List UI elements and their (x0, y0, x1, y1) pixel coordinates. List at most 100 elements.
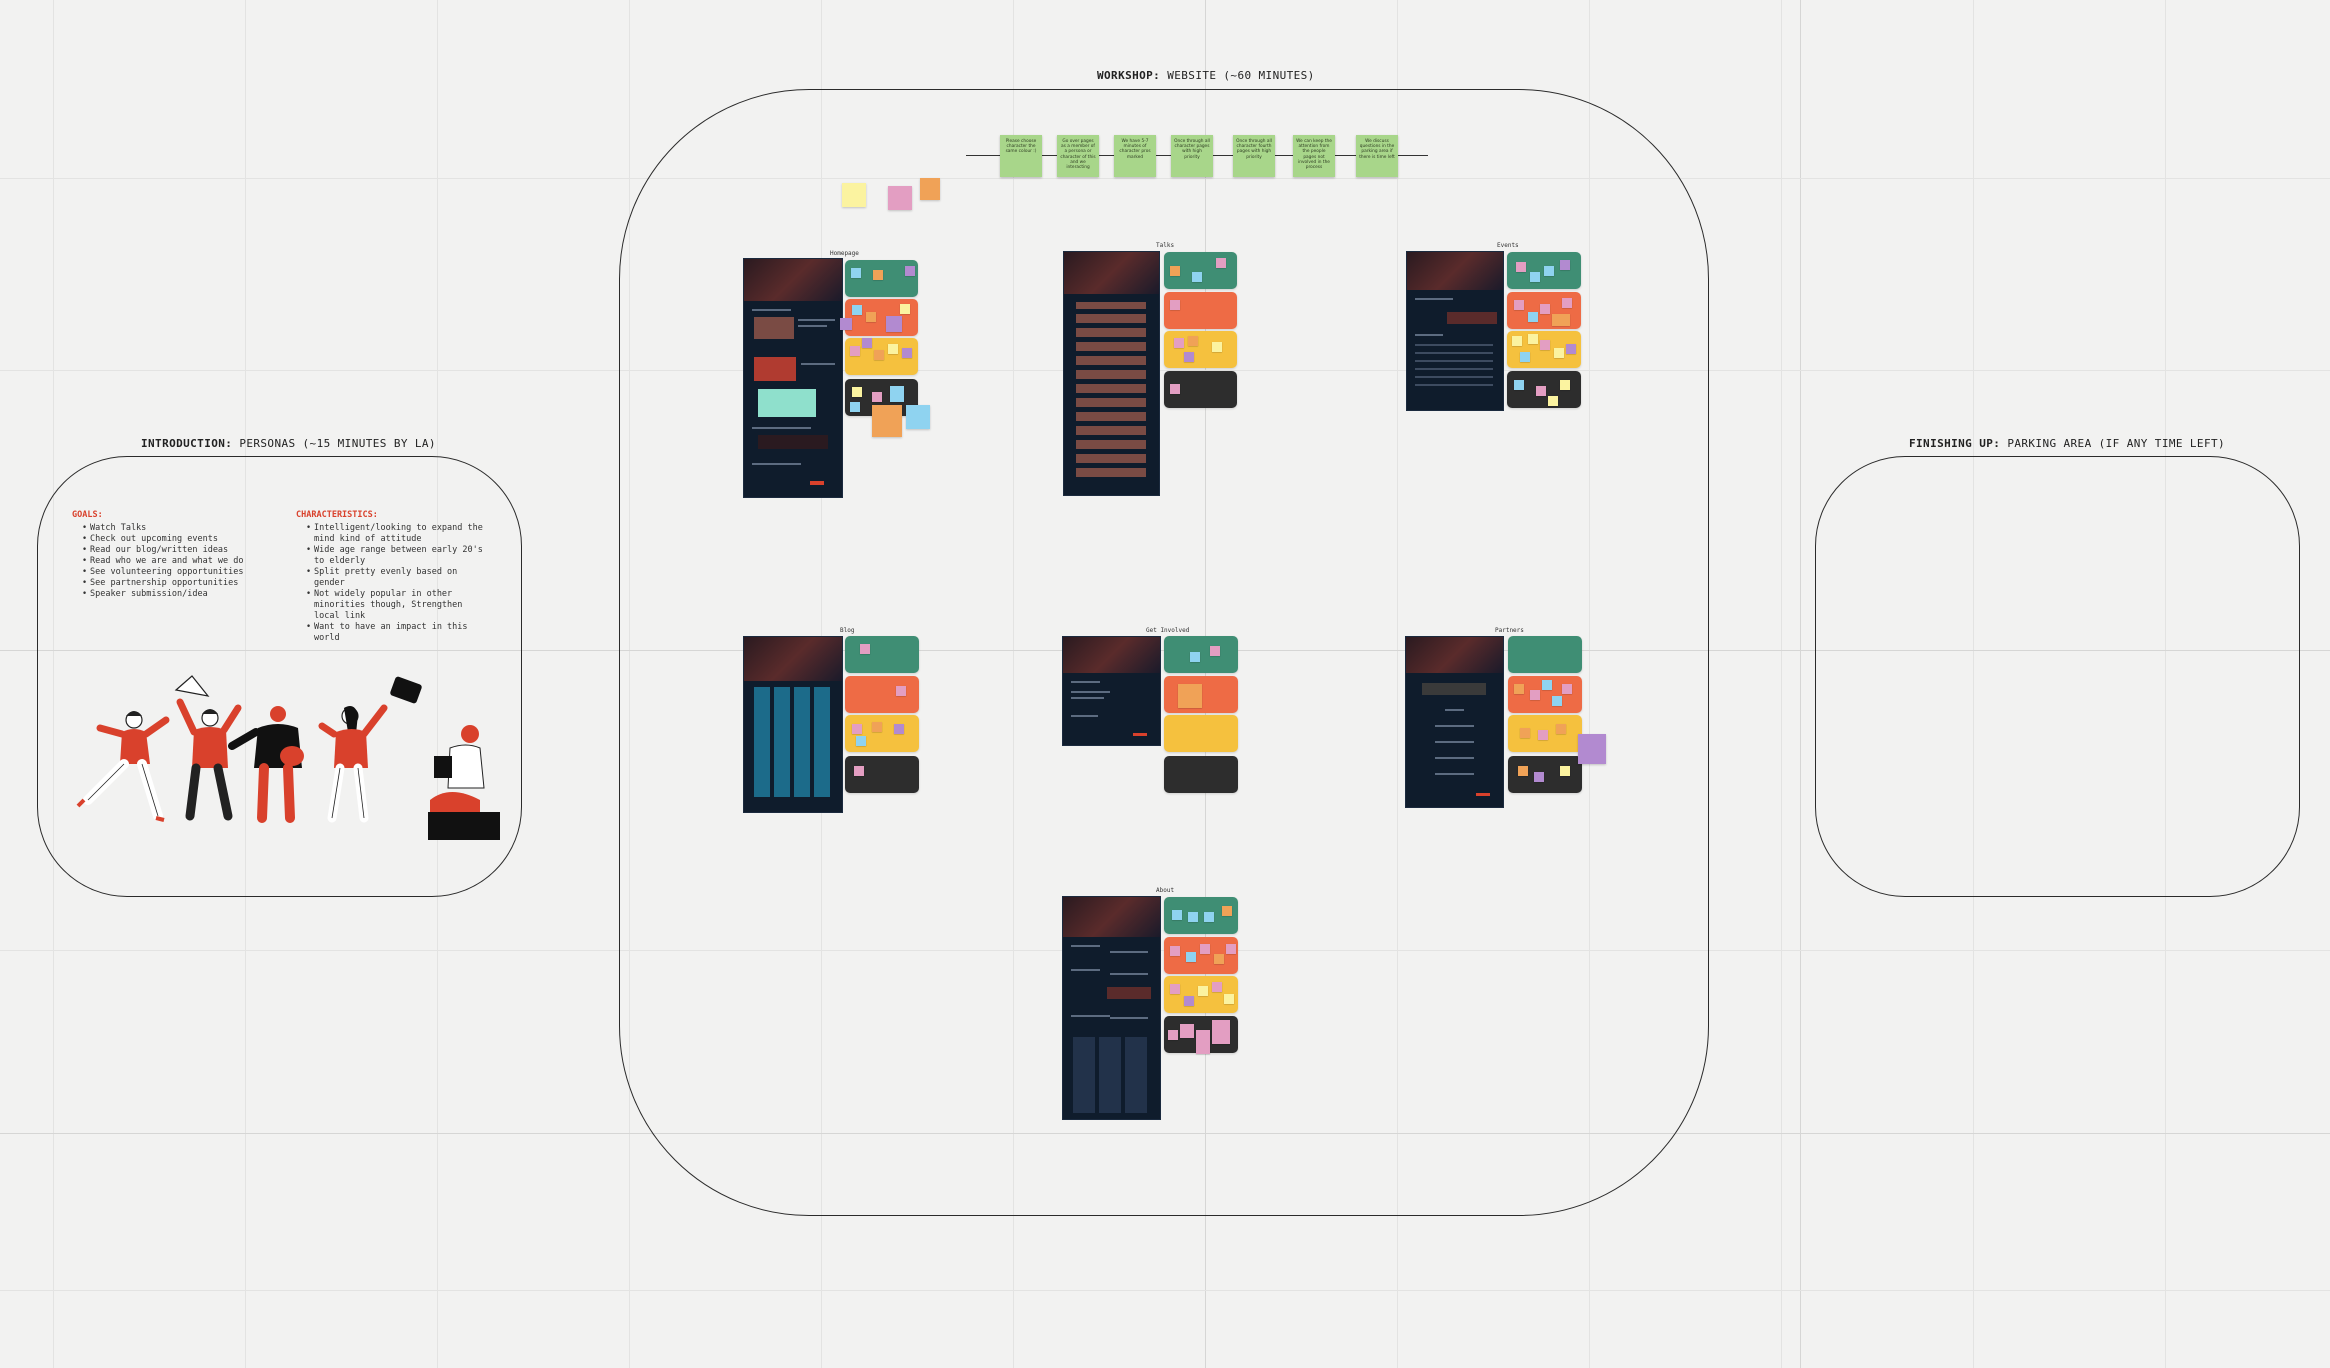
homepage-mockup[interactable] (743, 258, 843, 498)
sticky-note[interactable] (1514, 300, 1524, 310)
sticky-note[interactable] (1184, 996, 1194, 1006)
sticky-note[interactable] (1554, 348, 1564, 358)
sticky-note[interactable] (1534, 772, 1544, 782)
sticky-note[interactable] (1548, 396, 1558, 406)
sticky-note[interactable] (1530, 272, 1540, 282)
sticky-note[interactable] (1188, 912, 1198, 922)
sticky-note[interactable] (1224, 994, 1234, 1004)
sticky-note[interactable] (1190, 652, 1200, 662)
sticky-note[interactable] (852, 724, 862, 734)
sticky-note[interactable] (888, 344, 898, 354)
sticky-note[interactable] (1514, 380, 1524, 390)
feedback-card-dark[interactable] (1164, 756, 1238, 793)
timeline-note[interactable]: We discuss questions in the parking area… (1356, 135, 1398, 177)
sticky-note[interactable] (1212, 342, 1222, 352)
sticky-note[interactable] (1560, 260, 1570, 270)
sticky-note[interactable] (888, 186, 912, 210)
sticky-note[interactable] (1552, 314, 1570, 326)
sticky-note[interactable] (1178, 684, 1202, 708)
sticky-note[interactable] (1192, 272, 1202, 282)
sticky-note[interactable] (1186, 952, 1196, 962)
sticky-note[interactable] (1540, 304, 1550, 314)
sticky-note[interactable] (1560, 766, 1570, 776)
feedback-card-yellow[interactable] (1164, 331, 1237, 368)
sticky-note[interactable] (856, 736, 866, 746)
sticky-note[interactable] (1544, 266, 1554, 276)
sticky-note[interactable] (1514, 684, 1524, 694)
sticky-note[interactable] (1562, 684, 1572, 694)
sticky-note[interactable] (1226, 944, 1236, 954)
sticky-note[interactable] (1210, 646, 1220, 656)
sticky-note[interactable] (1528, 334, 1538, 344)
sticky-note[interactable] (902, 348, 912, 358)
sticky-note[interactable] (1540, 340, 1550, 350)
sticky-note[interactable] (1168, 1030, 1178, 1040)
sticky-note[interactable] (842, 183, 866, 207)
sticky-note[interactable] (1198, 986, 1208, 996)
sticky-note[interactable] (1542, 680, 1552, 690)
sticky-note[interactable] (1214, 954, 1224, 964)
sticky-note[interactable] (852, 387, 862, 397)
sticky-note[interactable] (1552, 696, 1562, 706)
sticky-note[interactable] (906, 405, 930, 429)
sticky-note[interactable] (920, 178, 940, 200)
sticky-note[interactable] (1528, 312, 1538, 322)
timeline-note[interactable]: Go over pages as a member of a persona o… (1057, 135, 1099, 177)
get-involved-mockup[interactable] (1062, 636, 1161, 746)
sticky-note[interactable] (1520, 352, 1530, 362)
timeline-note[interactable]: Once through all character fourth pages … (1233, 135, 1275, 177)
timeline-note[interactable]: Once through all character pages with hi… (1171, 135, 1213, 177)
sticky-note[interactable] (1518, 766, 1528, 776)
sticky-note[interactable] (894, 724, 904, 734)
sticky-note[interactable] (1204, 912, 1214, 922)
sticky-note[interactable] (1512, 336, 1522, 346)
sticky-note[interactable] (862, 338, 872, 348)
sticky-note[interactable] (1170, 384, 1180, 394)
sticky-note[interactable] (873, 270, 883, 280)
sticky-note[interactable] (1562, 298, 1572, 308)
blog-mockup[interactable] (743, 636, 843, 813)
sticky-note[interactable] (866, 312, 876, 322)
sticky-note[interactable] (1566, 344, 1576, 354)
sticky-note[interactable] (851, 268, 861, 278)
sticky-note[interactable] (890, 386, 904, 402)
sticky-note[interactable] (1216, 258, 1226, 268)
timeline-note[interactable]: We have 5-7 minutes of character pros ma… (1114, 135, 1156, 177)
sticky-note[interactable] (1560, 380, 1570, 390)
timeline-note[interactable]: We can keep the attention from the peopl… (1293, 135, 1335, 177)
sticky-note[interactable] (1170, 984, 1180, 994)
sticky-note[interactable] (1530, 690, 1540, 700)
about-mockup[interactable] (1062, 896, 1161, 1120)
feedback-card-yellow[interactable] (1164, 715, 1238, 752)
sticky-note[interactable] (1222, 906, 1232, 916)
sticky-note[interactable] (850, 346, 860, 356)
sticky-note[interactable] (1200, 944, 1210, 954)
sticky-note[interactable] (1172, 910, 1182, 920)
feedback-card-green[interactable] (1508, 636, 1582, 673)
sticky-note[interactable] (840, 318, 852, 330)
sticky-note[interactable] (1170, 300, 1180, 310)
sticky-note[interactable] (872, 405, 902, 437)
sticky-note[interactable] (872, 392, 882, 402)
sticky-note[interactable] (905, 266, 915, 276)
sticky-note[interactable] (1212, 1020, 1230, 1044)
sticky-note[interactable] (1516, 262, 1526, 272)
sticky-note[interactable] (1174, 338, 1184, 348)
sticky-note[interactable] (896, 686, 906, 696)
sticky-note[interactable] (1170, 946, 1180, 956)
sticky-note[interactable] (852, 305, 862, 315)
sticky-note[interactable] (872, 722, 882, 732)
sticky-note[interactable] (1536, 386, 1546, 396)
sticky-note[interactable] (1196, 1030, 1210, 1054)
sticky-note[interactable] (1578, 734, 1606, 764)
sticky-note[interactable] (1184, 352, 1194, 362)
feedback-card-orange[interactable] (1164, 292, 1237, 329)
feedback-card-green[interactable] (1164, 636, 1238, 673)
sticky-note[interactable] (850, 402, 860, 412)
sticky-note[interactable] (1212, 982, 1222, 992)
timeline-note[interactable]: Please choose character the same colour … (1000, 135, 1042, 177)
sticky-note[interactable] (1538, 730, 1548, 740)
sticky-note[interactable] (854, 766, 864, 776)
events-mockup[interactable] (1406, 251, 1504, 411)
sticky-note[interactable] (1170, 266, 1180, 276)
